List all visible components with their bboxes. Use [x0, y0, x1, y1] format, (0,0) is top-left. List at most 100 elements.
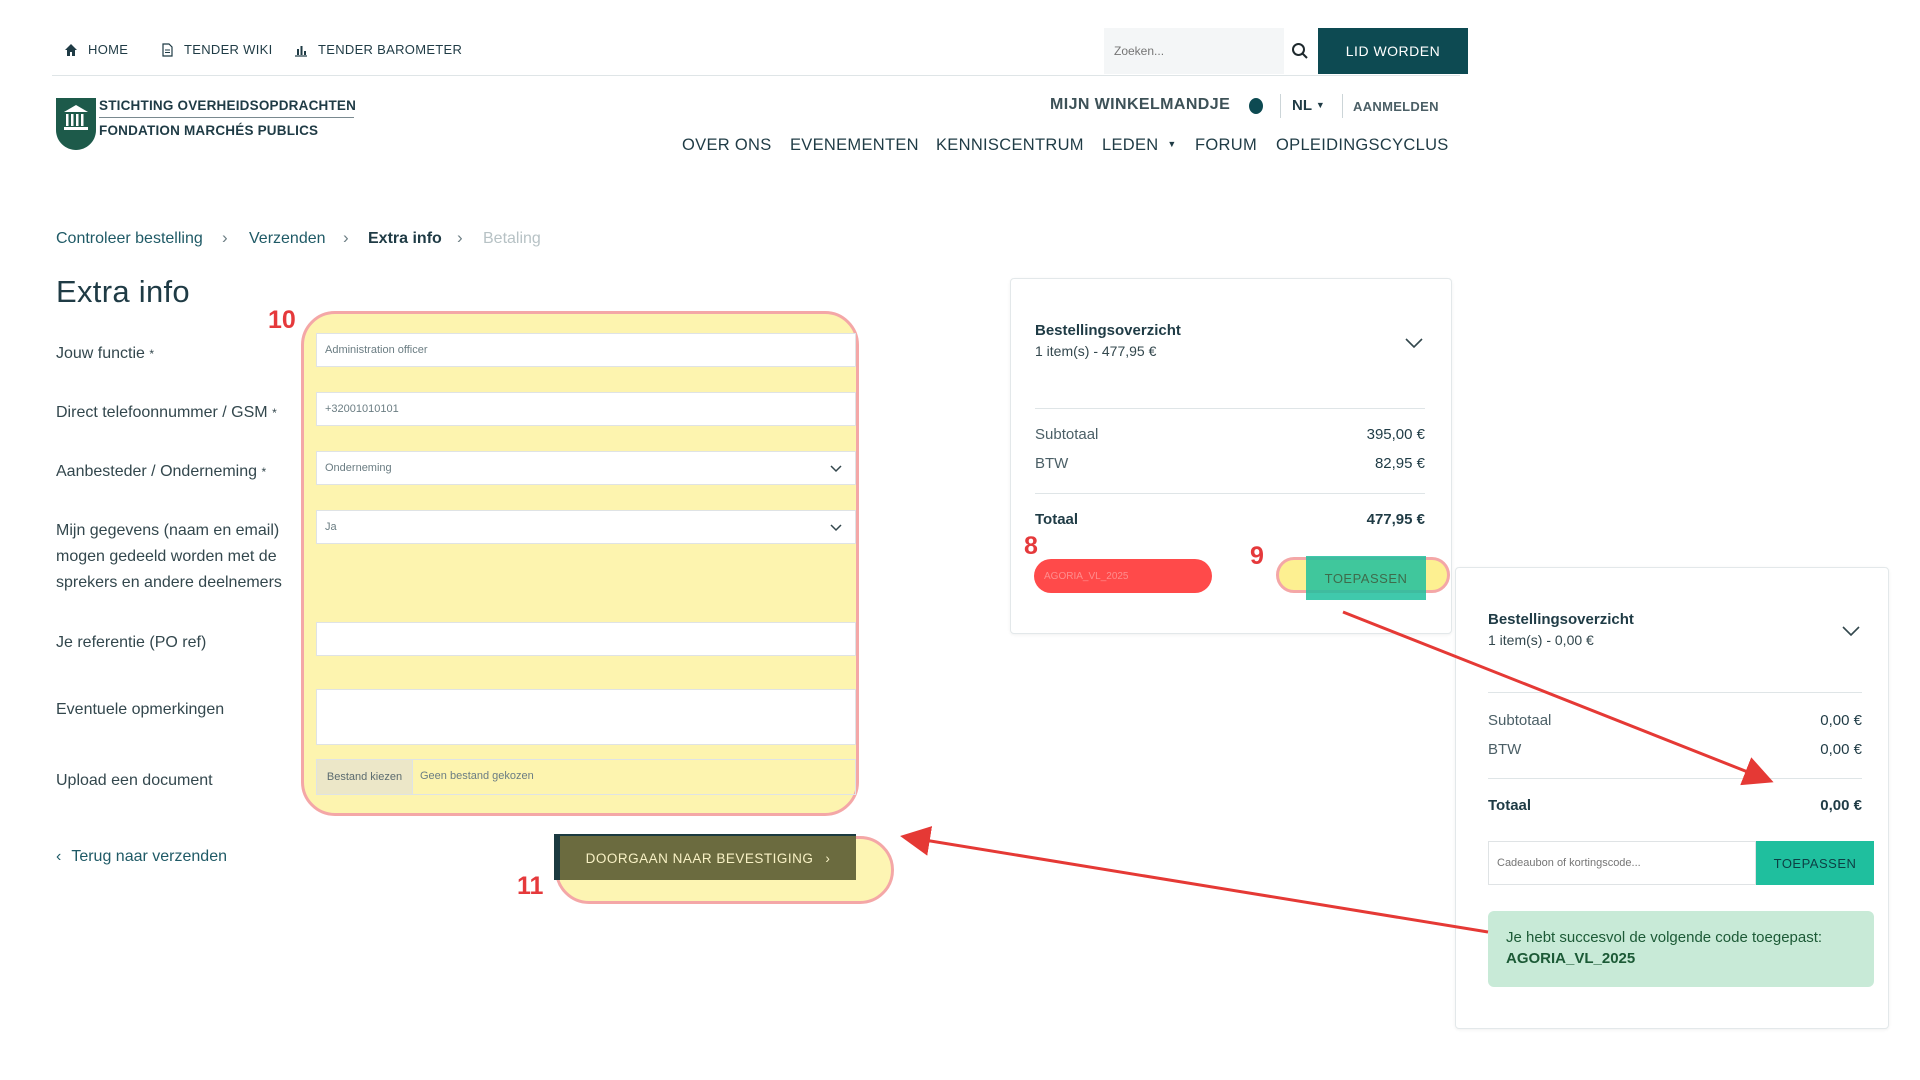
- divider: [1035, 493, 1425, 494]
- total-value: 477,95 €: [1366, 511, 1425, 528]
- function-label-text: Jouw functie: [56, 345, 145, 362]
- search-icon: [1292, 43, 1308, 59]
- nav-kenniscentrum[interactable]: KENNISCENTRUM: [936, 136, 1084, 155]
- coupon-input[interactable]: [1488, 841, 1756, 885]
- order-summary-title: Bestellingsoverzicht: [1488, 611, 1634, 628]
- arrow-line: [900, 826, 1489, 934]
- nav-forum[interactable]: FORUM: [1195, 136, 1257, 155]
- phone-label-text: Direct telefoonnummer / GSM: [56, 404, 268, 421]
- cart-link[interactable]: MIJN WINKELMANDJE: [1050, 96, 1230, 114]
- divider: [1488, 778, 1862, 779]
- reference-input[interactable]: [316, 622, 856, 656]
- logo-divider: [99, 117, 354, 118]
- page-title: Extra info: [56, 274, 190, 309]
- success-code: AGORIA_VL_2025: [1506, 950, 1636, 967]
- divider: [1488, 692, 1862, 693]
- total-value: 0,00 €: [1820, 797, 1862, 814]
- order-summary-title: Bestellingsoverzicht: [1035, 322, 1181, 339]
- chevron-down-icon[interactable]: [1404, 336, 1424, 350]
- required-marker: *: [261, 465, 267, 479]
- share-select[interactable]: Ja: [316, 510, 856, 544]
- remarks-textarea[interactable]: [316, 689, 856, 745]
- type-select[interactable]: Onderneming: [316, 451, 856, 485]
- btw-value: 0,00 €: [1820, 741, 1862, 758]
- header-separator: [1342, 94, 1343, 118]
- order-summary-items: 1 item(s) - 477,95 €: [1035, 343, 1157, 359]
- back-link-label: Terug naar verzenden: [71, 848, 227, 865]
- annotation-label: 10: [268, 306, 296, 334]
- subtotal-value: 395,00 €: [1366, 426, 1425, 443]
- remarks-label: Eventuele opmerkingen: [56, 701, 225, 718]
- breadcrumb-verzenden[interactable]: Verzenden: [249, 230, 326, 248]
- lid-worden-button[interactable]: LID WORDEN: [1318, 28, 1468, 74]
- back-link[interactable]: ‹ Terug naar verzenden: [56, 848, 227, 866]
- nav-leden-label: LEDEN: [1102, 136, 1159, 154]
- logo-text-nl: STICHTING OVERHEIDSOPDRACHTEN: [99, 98, 357, 113]
- phone-label: Direct telefoonnummer / GSM *: [56, 400, 296, 426]
- subtotal-label: Subtotaal: [1035, 426, 1099, 443]
- coupon-input-redacted[interactable]: AGORIA_VL_2025: [1034, 559, 1212, 593]
- reference-label: Je referentie (PO ref): [56, 634, 207, 651]
- continue-button-label: DOORGAAN NAAR BEVESTIGING: [585, 850, 814, 866]
- chevron-right-icon: ›: [825, 850, 831, 866]
- apply-coupon-button[interactable]: TOEPASSEN: [1306, 556, 1426, 600]
- caret-down-icon: ▼: [1167, 139, 1177, 149]
- annotation-label: 11: [517, 872, 544, 900]
- chevron-right-icon: ›: [222, 228, 228, 247]
- document-icon: [162, 42, 173, 57]
- btw-label: BTW: [1035, 455, 1069, 472]
- annotation-label: 9: [1250, 542, 1264, 570]
- cart-badge: [1249, 98, 1263, 114]
- nav-home-link[interactable]: HOME: [64, 42, 128, 57]
- nav-leden[interactable]: LEDEN ▼: [1102, 136, 1177, 155]
- phone-input[interactable]: +32001010101: [316, 392, 856, 426]
- language-label: NL: [1292, 97, 1312, 114]
- subtotal-value: 0,00 €: [1820, 712, 1862, 729]
- caret-down-icon: ▼: [1315, 100, 1325, 110]
- total-label: Totaal: [1488, 797, 1532, 814]
- home-icon: [65, 43, 77, 56]
- nav-evenementen[interactable]: EVENEMENTEN: [790, 136, 919, 155]
- function-input[interactable]: Administration officer: [316, 333, 856, 367]
- nav-wiki-label: TENDER WIKI: [184, 42, 273, 57]
- bar-chart-icon: [295, 45, 307, 57]
- site-logo[interactable]: STICHTING OVERHEIDSOPDRACHTEN FONDATION …: [56, 98, 476, 158]
- type-label-text: Aanbesteder / Onderneming: [56, 463, 258, 480]
- breadcrumb-betaling: Betaling: [483, 230, 541, 247]
- login-link[interactable]: AANMELDEN: [1353, 99, 1439, 114]
- search-button[interactable]: [1284, 28, 1316, 74]
- type-label: Aanbesteder / Onderneming *: [56, 459, 296, 485]
- nav-over-ons[interactable]: OVER ONS: [682, 136, 772, 155]
- divider: [1035, 408, 1425, 409]
- chevron-right-icon: ›: [457, 228, 463, 247]
- chevron-down-icon[interactable]: [1841, 624, 1861, 638]
- share-select-value: Ja: [325, 521, 337, 533]
- logo-shield-icon: [56, 98, 96, 150]
- top-divider: [52, 75, 1460, 76]
- nav-barometer-label: TENDER BAROMETER: [318, 42, 463, 57]
- share-label: Mijn gegevens (naam en email) mogen gede…: [56, 522, 282, 591]
- apply-coupon-button[interactable]: TOEPASSEN: [1756, 841, 1874, 885]
- success-message: Je hebt succesvol de volgende code toege…: [1488, 911, 1874, 987]
- breadcrumb-controleer[interactable]: Controleer bestelling: [56, 230, 203, 248]
- chevron-left-icon: ‹: [56, 848, 62, 865]
- logo-text-fr: FONDATION MARCHÉS PUBLICS: [99, 123, 319, 138]
- required-marker: *: [272, 406, 277, 420]
- header-separator: [1280, 94, 1281, 118]
- chevron-right-icon: ›: [343, 228, 349, 247]
- nav-barometer-link[interactable]: TENDER BAROMETER: [294, 42, 462, 57]
- choose-file-button[interactable]: Bestand kiezen: [316, 759, 413, 795]
- btw-label: BTW: [1488, 741, 1522, 758]
- type-select-value: Onderneming: [325, 462, 392, 474]
- nav-opleidingscyclus[interactable]: OPLEIDINGSCYCLUS: [1276, 136, 1449, 155]
- nav-home-label: HOME: [88, 42, 129, 57]
- top-bar: HOME TENDER WIKI TENDER BAROMETER LID WO…: [56, 28, 1468, 76]
- upload-label: Upload een document: [56, 772, 213, 789]
- total-label: Totaal: [1035, 511, 1079, 528]
- search-input[interactable]: [1104, 28, 1284, 74]
- continue-button[interactable]: DOORGAAN NAAR BEVESTIGING ›: [554, 834, 856, 880]
- nav-wiki-link[interactable]: TENDER WIKI: [160, 42, 273, 57]
- order-summary-items: 1 item(s) - 0,00 €: [1488, 632, 1594, 648]
- success-text: Je hebt succesvol de volgende code toege…: [1506, 929, 1823, 946]
- language-selector[interactable]: NL ▼: [1292, 97, 1325, 114]
